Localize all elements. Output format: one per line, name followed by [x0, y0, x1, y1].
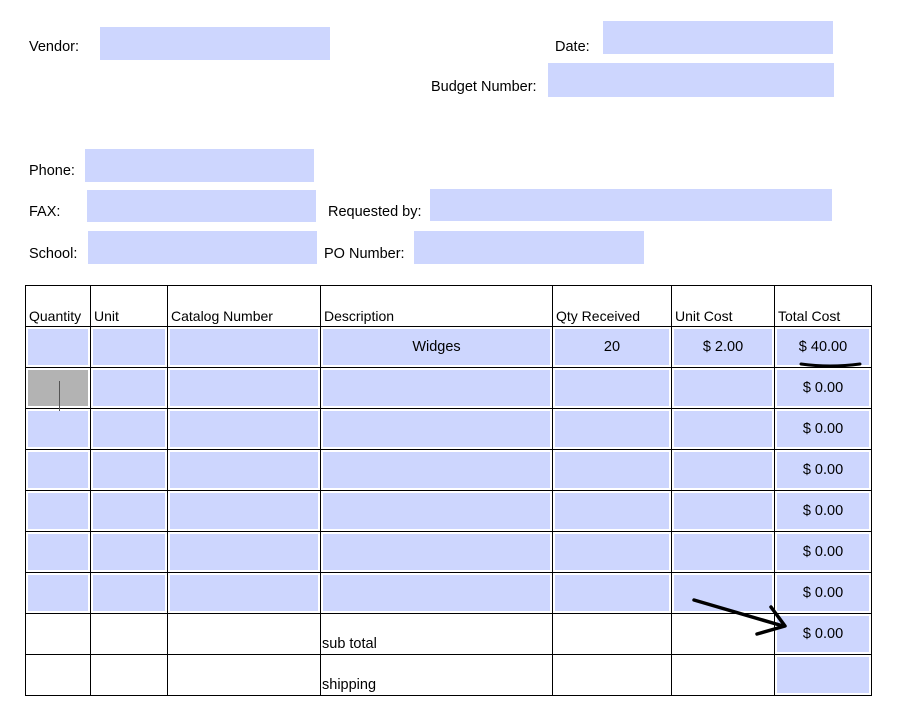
qty-received-field[interactable]: [555, 452, 669, 488]
text-cursor: [59, 381, 60, 411]
vendor-field[interactable]: [100, 27, 330, 60]
description-field[interactable]: [323, 534, 550, 570]
qty-received-field[interactable]: [555, 493, 669, 529]
column-header-label: Catalog Number: [171, 308, 273, 324]
shipping-row: shipping: [25, 654, 872, 696]
unit-cost-field[interactable]: [674, 452, 772, 488]
description-field[interactable]: [323, 452, 550, 488]
table-row: $ 0.00: [25, 490, 872, 532]
quantity-field[interactable]: [28, 534, 88, 570]
po-number-field[interactable]: [414, 231, 644, 264]
table-row: $ 0.00: [25, 449, 872, 491]
unit-cost-field[interactable]: [674, 575, 772, 611]
description-field[interactable]: [323, 370, 550, 406]
unit-cost-field[interactable]: [674, 534, 772, 570]
qty-received-field[interactable]: [555, 370, 669, 406]
qty-received-field[interactable]: [555, 534, 669, 570]
table-row: $ 0.00: [25, 408, 872, 450]
total-cost-field[interactable]: $ 40.00: [777, 329, 869, 365]
vendor-label: Vendor:: [29, 39, 79, 55]
total-cost-field[interactable]: $ 0.00: [777, 534, 869, 570]
po-number-label: PO Number:: [324, 246, 405, 262]
order-table: Quantity Unit Catalog Number Description…: [25, 285, 872, 696]
column-header-label: Quantity: [29, 308, 82, 324]
description-field[interactable]: [323, 411, 550, 447]
unit-field[interactable]: [93, 329, 165, 365]
quantity-field-focused[interactable]: [28, 370, 88, 411]
description-field[interactable]: [323, 575, 550, 611]
unit-cost-field[interactable]: [674, 493, 772, 529]
column-header: Description: [320, 285, 553, 327]
date-field[interactable]: [603, 21, 833, 54]
catalog-number-field[interactable]: [170, 534, 318, 570]
total-cost-field[interactable]: $ 0.00: [777, 370, 869, 406]
table-header-row: Quantity Unit Catalog Number Description…: [25, 285, 872, 327]
quantity-field[interactable]: [28, 493, 88, 529]
column-header-label: Total Cost: [778, 308, 841, 324]
requested-by-label: Requested by:: [328, 204, 422, 220]
column-header: Unit: [90, 285, 168, 327]
table-row: $ 0.00: [25, 367, 872, 411]
total-cost-field[interactable]: $ 0.00: [777, 411, 869, 447]
requested-by-field[interactable]: [430, 189, 832, 221]
column-header: Unit Cost: [671, 285, 775, 327]
column-header-label: Description: [324, 308, 395, 324]
table-row: Widges 20 $ 2.00 $ 40.00: [25, 326, 872, 368]
quantity-field[interactable]: [28, 329, 88, 365]
catalog-number-field[interactable]: [170, 575, 318, 611]
column-header: Quantity: [25, 285, 91, 327]
table-row: $ 0.00: [25, 531, 872, 573]
description-field[interactable]: Widges: [323, 329, 550, 365]
qty-received-field[interactable]: [555, 411, 669, 447]
phone-field[interactable]: [85, 149, 314, 182]
quantity-field[interactable]: [28, 575, 88, 611]
total-cost-field[interactable]: $ 0.00: [777, 575, 869, 611]
unit-field[interactable]: [93, 493, 165, 529]
table-row: $ 0.00: [25, 572, 872, 614]
school-field[interactable]: [88, 231, 317, 264]
unit-cost-field[interactable]: $ 2.00: [674, 329, 772, 365]
unit-cost-field[interactable]: [674, 370, 772, 406]
catalog-number-field[interactable]: [170, 329, 318, 365]
quantity-field[interactable]: [28, 452, 88, 488]
column-header: Qty Received: [552, 285, 672, 327]
column-header-label: Qty Received: [556, 308, 641, 324]
column-header-label: Unit: [94, 308, 119, 324]
column-header-label: Unit Cost: [675, 308, 733, 324]
unit-field[interactable]: [93, 575, 165, 611]
budget-number-label: Budget Number:: [431, 79, 537, 95]
catalog-number-field[interactable]: [170, 452, 318, 488]
total-cost-field[interactable]: $ 0.00: [777, 452, 869, 488]
quantity-field[interactable]: [28, 411, 88, 447]
subtotal-row: sub total $ 0.00: [25, 613, 872, 655]
qty-received-field[interactable]: [555, 575, 669, 611]
description-field[interactable]: [323, 493, 550, 529]
unit-cost-field[interactable]: [674, 411, 772, 447]
unit-field[interactable]: [93, 411, 165, 447]
column-header: Total Cost: [774, 285, 872, 327]
total-cost-field[interactable]: $ 0.00: [777, 493, 869, 529]
date-label: Date:: [555, 39, 590, 55]
fax-field[interactable]: [87, 190, 316, 222]
column-header: Catalog Number: [167, 285, 321, 327]
unit-field[interactable]: [93, 534, 165, 570]
unit-field[interactable]: [93, 452, 165, 488]
shipping-field[interactable]: [777, 657, 869, 693]
shipping-label: shipping: [322, 677, 377, 693]
unit-field[interactable]: [93, 370, 165, 406]
catalog-number-field[interactable]: [170, 411, 318, 447]
catalog-number-field[interactable]: [170, 370, 318, 406]
phone-label: Phone:: [29, 163, 75, 179]
qty-received-field[interactable]: 20: [555, 329, 669, 365]
fax-label: FAX:: [29, 204, 61, 220]
subtotal-field[interactable]: $ 0.00: [777, 616, 869, 652]
budget-number-field[interactable]: [548, 63, 834, 97]
subtotal-label: sub total: [322, 636, 377, 652]
school-label: School:: [29, 246, 78, 262]
catalog-number-field[interactable]: [170, 493, 318, 529]
